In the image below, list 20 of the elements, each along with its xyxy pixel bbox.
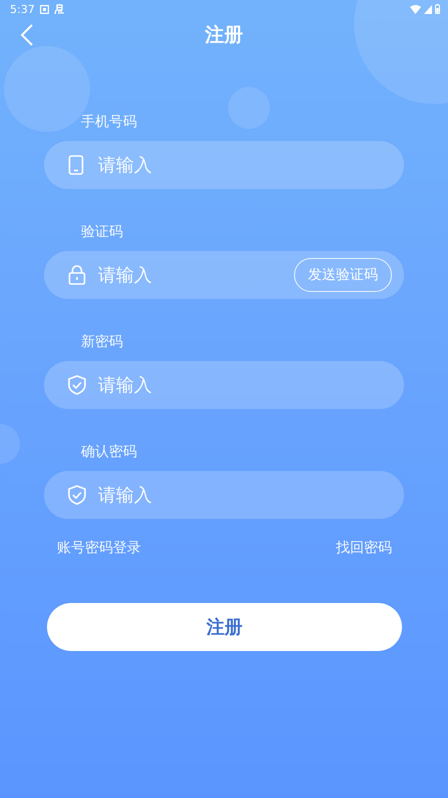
field-label: 手机号码 [80,113,138,132]
field-label: 确认密码 [80,443,138,462]
shield-check-icon [68,375,86,395]
battery-icon [435,4,440,14]
notification-icon [40,4,49,14]
lock-icon [68,265,86,285]
field-label: 新密码 [80,333,124,352]
text-link[interactable]: 找回密码 [336,539,392,557]
shield-check-icon [68,485,86,505]
register-button[interactable]: 注册 [47,603,402,651]
send-code-button[interactable]: 发送验证码 [294,258,392,292]
page-title: 注册 [205,23,243,48]
text-link[interactable]: 账号密码登录 [57,539,141,557]
status-time: 5:37 [10,2,35,16]
app-notification-icon [54,4,65,14]
signal-icon [424,4,432,14]
back-icon [20,23,34,47]
phone-icon [68,155,84,175]
wifi-icon [410,4,421,14]
field-label: 验证码 [80,223,124,242]
